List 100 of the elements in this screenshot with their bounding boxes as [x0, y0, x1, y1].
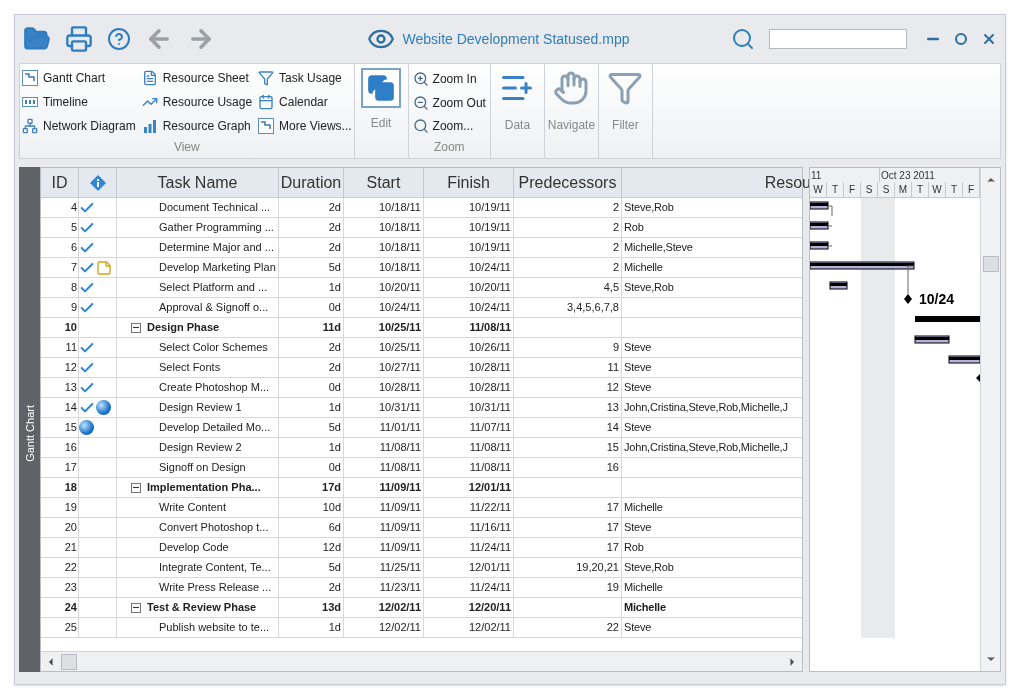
finish-cell: 10/19/11 [424, 198, 514, 217]
id-cell: 14 [41, 398, 79, 417]
gantt-icon [22, 69, 38, 86]
search-field[interactable] [769, 29, 907, 49]
start-cell: 10/24/11 [344, 298, 424, 317]
finish-cell: 10/19/11 [424, 218, 514, 237]
close-icon[interactable] [981, 31, 997, 47]
predecessors-cell: 16 [514, 458, 622, 477]
view-button[interactable]: Calendar [258, 92, 352, 111]
view-button[interactable]: Timeline [22, 92, 136, 111]
task-name: Select Fonts [158, 360, 221, 376]
id-cell: 19 [41, 498, 79, 517]
note-icon [96, 259, 112, 276]
side-tab[interactable]: Gantt Chart [19, 167, 40, 672]
network-icon [22, 117, 38, 134]
finish-cell: 11/24/11 [424, 578, 514, 597]
day-label: T [946, 182, 963, 197]
id-cell: 13 [41, 378, 79, 397]
start-cell: 10/27/11 [344, 358, 424, 377]
day-label: M [895, 182, 912, 197]
column-header[interactable]: Task Name [117, 168, 279, 197]
milestone-label: 10/24 [919, 291, 955, 307]
day-label: S [878, 182, 895, 197]
start-cell: 11/01/11 [344, 418, 424, 437]
finish-cell: 10/26/11 [424, 338, 514, 357]
vertical-scrollbar[interactable] [980, 168, 1000, 671]
horizontal-scrollbar[interactable] [41, 651, 802, 671]
id-cell: 24 [41, 598, 79, 617]
view-button[interactable]: Resource Graph [141, 116, 253, 135]
predecessors-cell: 12 [514, 378, 622, 397]
start-cell: 11/08/11 [344, 458, 424, 477]
zoom-button[interactable]: Zoom In [412, 67, 486, 91]
task-name: Write Press Release ... [158, 580, 272, 596]
collapse-toggle[interactable] [131, 482, 141, 493]
day-label: S [861, 182, 878, 197]
column-header[interactable]: Finish [424, 168, 514, 197]
column-header[interactable]: Start [344, 168, 424, 197]
id-cell: 18 [41, 478, 79, 497]
duration-cell: 1d [279, 398, 344, 417]
duration-cell: 2d [279, 358, 344, 377]
finish-cell: 11/24/11 [424, 538, 514, 557]
predecessors-cell: 4,5 [514, 278, 622, 297]
id-cell: 21 [41, 538, 79, 557]
predecessors-cell: 19 [514, 578, 622, 597]
view-button[interactable]: Gantt Chart [22, 68, 136, 87]
restore-icon[interactable] [955, 33, 967, 45]
summary-task-name: Design Phase [147, 320, 220, 336]
predecessors-cell: 17 [514, 498, 622, 517]
start-cell: 10/25/11 [344, 338, 424, 357]
id-cell: 9 [41, 298, 79, 317]
view-button[interactable]: Network Diagram [22, 116, 136, 135]
task-name: Signoff on Design [158, 460, 246, 476]
column-header[interactable]: ID [41, 168, 79, 197]
predecessors-cell: 3,4,5,6,7,8 [514, 298, 622, 317]
predecessors-cell: 2 [514, 218, 622, 237]
hand-icon [553, 70, 590, 106]
id-cell: 12 [41, 358, 79, 377]
duration-cell: 5d [279, 558, 344, 577]
summary-task-name: Test & Review Phase [147, 600, 257, 616]
view-button[interactable]: More Views... [258, 116, 352, 135]
scroll-thumb[interactable] [982, 256, 999, 272]
duration-cell: 1d [279, 438, 344, 457]
view-button[interactable]: Task Usage [258, 68, 352, 87]
collapse-toggle[interactable] [131, 322, 141, 333]
duration-cell: 5d [279, 418, 344, 437]
task-name: Select Platform and ... [158, 280, 268, 296]
zoom-out-icon [412, 94, 429, 111]
zoom-button[interactable]: Zoom... [412, 114, 486, 138]
scroll-thumb[interactable] [61, 653, 77, 670]
view-button[interactable]: Resource Sheet [141, 68, 253, 87]
zoom-button[interactable]: Zoom Out [412, 90, 486, 115]
print-icon[interactable] [65, 25, 93, 53]
finish-cell: 12/01/11 [424, 478, 514, 497]
predecessors-cell: 22 [514, 618, 622, 637]
help-icon[interactable] [107, 27, 131, 51]
duration-cell: 2d [279, 238, 344, 257]
duration-cell: 5d [279, 258, 344, 277]
task-name: Select Color Schemes [158, 340, 268, 356]
task-name: Design Review 1 [158, 400, 242, 416]
duration-cell: 10d [279, 498, 344, 517]
view-button[interactable]: Resource Usage [141, 92, 253, 111]
duration-cell: 12d [279, 538, 344, 557]
start-cell: 10/18/11 [344, 238, 424, 257]
predecessors-cell: 13 [514, 398, 622, 417]
task-name: Determine Major and ... [158, 240, 274, 256]
start-cell: 10/25/11 [344, 318, 424, 337]
start-cell: 11/08/11 [344, 438, 424, 457]
predecessors-cell: 2 [514, 258, 622, 277]
summary-task-name: Implementation Pha... [147, 480, 261, 496]
collapse-toggle[interactable] [131, 602, 141, 613]
duration-cell: 1d [279, 278, 344, 297]
search-icon[interactable] [731, 27, 755, 51]
column-header[interactable]: Predecessors [514, 168, 622, 197]
column-header[interactable]: Duration [279, 168, 344, 197]
day-label: W [810, 182, 827, 197]
calendar-icon [258, 93, 275, 110]
start-cell: 12/02/11 [344, 598, 424, 617]
id-cell: 20 [41, 518, 79, 537]
task-name: Document Technical ... [158, 200, 271, 216]
finish-cell: 12/20/11 [424, 598, 514, 617]
